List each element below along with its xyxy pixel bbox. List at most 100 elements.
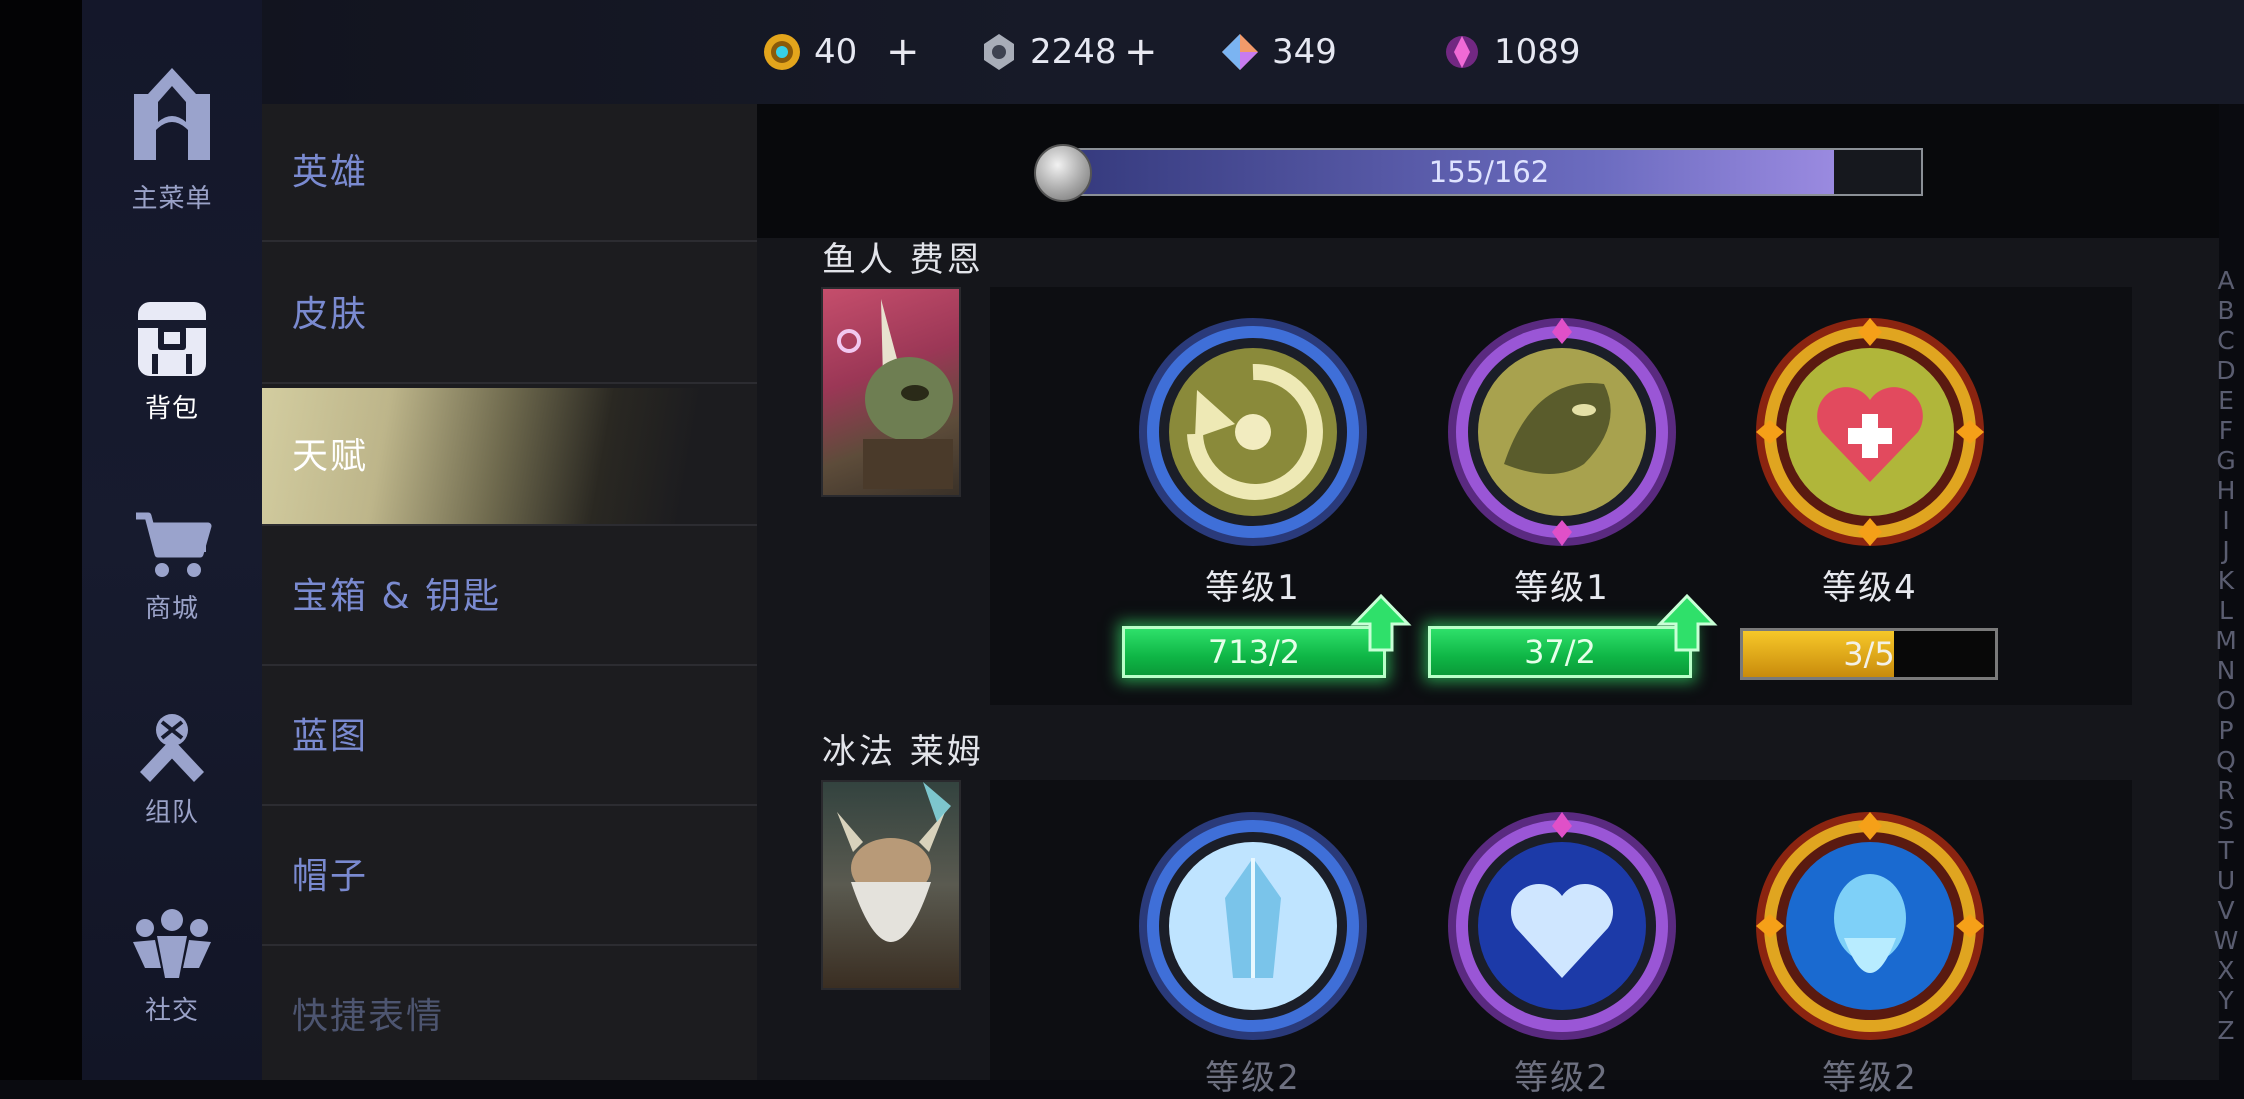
category-hats[interactable]: 帽子 bbox=[262, 808, 757, 946]
rail-label: 背包 bbox=[144, 394, 199, 424]
alphabet-letter[interactable]: W bbox=[2208, 926, 2244, 956]
category-blueprints[interactable]: 蓝图 bbox=[262, 668, 757, 806]
talent-bar-text: 3/5 bbox=[1843, 635, 1895, 673]
currency-silver-value: 2248 bbox=[1030, 32, 1117, 72]
alphabet-letter[interactable]: O bbox=[2208, 686, 2244, 716]
heart-heal-icon bbox=[1756, 318, 1984, 546]
alphabet-letter[interactable]: P bbox=[2208, 716, 2244, 746]
upgrade-arrow-icon[interactable] bbox=[1350, 592, 1412, 654]
alphabet-letter[interactable]: M bbox=[2208, 626, 2244, 656]
category-heroes[interactable]: 英雄 bbox=[262, 104, 757, 242]
currency-gold: 40 bbox=[762, 28, 857, 76]
category-list: 英雄 皮肤 天赋 宝箱 & 钥匙 蓝图 帽子 快捷表情 bbox=[262, 104, 757, 1080]
alphabet-letter[interactable]: G bbox=[2208, 446, 2244, 476]
talent-progress-bar: 3/5 bbox=[1740, 628, 1998, 680]
talent-medal[interactable] bbox=[1752, 314, 1988, 550]
rail-item-social[interactable]: 社交 bbox=[82, 906, 262, 1027]
add-silver-button[interactable]: + bbox=[1124, 30, 1158, 74]
talent-bar-text: 713/2 bbox=[1207, 633, 1301, 671]
alphabet-letter[interactable]: J bbox=[2208, 536, 2244, 566]
team-handshake-icon bbox=[140, 714, 204, 782]
alphabet-letter[interactable]: X bbox=[2208, 956, 2244, 986]
alphabet-letter[interactable]: N bbox=[2208, 656, 2244, 686]
currency-gem: 349 bbox=[1220, 28, 1337, 76]
alphabet-letter[interactable]: Z bbox=[2208, 1016, 2244, 1046]
rail-label: 社交 bbox=[144, 996, 199, 1026]
alphabet-letter[interactable]: V bbox=[2208, 896, 2244, 926]
currency-bar: 40 + 2248 + 349 1089 bbox=[262, 0, 2244, 104]
collection-progress-bar: 155/162 bbox=[1055, 148, 1923, 196]
alphabet-letter[interactable]: B bbox=[2208, 296, 2244, 326]
alphabet-letter[interactable]: F bbox=[2208, 416, 2244, 446]
alphabet-letter[interactable]: I bbox=[2208, 506, 2244, 536]
talent-level-label: 等级1 bbox=[1205, 568, 1301, 608]
alphabet-letter[interactable]: E bbox=[2208, 386, 2244, 416]
talent-level-label: 等级4 bbox=[1822, 568, 1918, 608]
alphabet-letter[interactable]: D bbox=[2208, 356, 2244, 386]
hero-name: 冰法 莱姆 bbox=[822, 732, 984, 772]
main-menu-icon bbox=[134, 68, 210, 160]
hero-portrait[interactable] bbox=[821, 287, 961, 497]
main-nav-rail: 主菜单 背包 商城 组队 社交 bbox=[82, 0, 262, 1080]
talent-medal[interactable] bbox=[1135, 314, 1371, 550]
add-gold-button[interactable]: + bbox=[886, 30, 920, 74]
currency-gold-value: 40 bbox=[814, 32, 858, 72]
talent-medal[interactable] bbox=[1444, 808, 1680, 1044]
talent-upgrade-bar[interactable]: 713/2 bbox=[1122, 626, 1386, 678]
shop-cart-icon bbox=[136, 512, 212, 577]
talent-medal[interactable] bbox=[1444, 314, 1680, 550]
alphabet-letter[interactable]: L bbox=[2208, 596, 2244, 626]
currency-crystal: 1089 bbox=[1442, 28, 1581, 76]
pink-crystal-icon bbox=[1446, 36, 1478, 68]
talent-medal[interactable] bbox=[1135, 808, 1371, 1044]
currency-silver: 2248 bbox=[980, 28, 1117, 76]
rail-item-shop[interactable]: 商城 bbox=[82, 510, 262, 625]
alphabet-letter[interactable]: C bbox=[2208, 326, 2244, 356]
hero-portrait-image bbox=[837, 782, 951, 942]
hero-name: 鱼人 费恩 bbox=[822, 240, 984, 280]
prism-gem-icon bbox=[1222, 34, 1258, 70]
upgrade-arrow-icon[interactable] bbox=[1656, 592, 1718, 654]
category-talents[interactable]: 天赋 bbox=[262, 388, 757, 526]
category-skins[interactable]: 皮肤 bbox=[262, 246, 757, 384]
screen-edge bbox=[0, 0, 82, 1080]
alphabet-index[interactable]: ABCDEFGHIJKLMNOPQRSTUVWXYZ bbox=[2208, 266, 2244, 1046]
alphabet-letter[interactable]: R bbox=[2208, 776, 2244, 806]
alphabet-letter[interactable]: H bbox=[2208, 476, 2244, 506]
rail-item-backpack[interactable]: 背包 bbox=[82, 296, 262, 425]
talent-medal[interactable] bbox=[1752, 808, 1988, 1044]
ice-crystal-icon bbox=[1139, 812, 1367, 1040]
rail-label: 主菜单 bbox=[131, 184, 213, 214]
collection-progress-text: 155/162 bbox=[1428, 155, 1550, 189]
alphabet-letter[interactable]: S bbox=[2208, 806, 2244, 836]
talent-level-label: 等级1 bbox=[1514, 568, 1610, 608]
rail-item-team[interactable]: 组队 bbox=[82, 708, 262, 829]
alphabet-letter[interactable]: T bbox=[2208, 836, 2244, 866]
talent-upgrade-bar[interactable]: 37/2 bbox=[1428, 626, 1692, 678]
social-people-icon bbox=[133, 909, 211, 978]
talent-bar-text: 37/2 bbox=[1524, 633, 1596, 671]
alphabet-letter[interactable]: Y bbox=[2208, 986, 2244, 1016]
rail-label: 商城 bbox=[144, 594, 199, 624]
category-quick-emotes[interactable]: 快捷表情 bbox=[262, 948, 757, 1086]
rail-item-main-menu[interactable]: 主菜单 bbox=[82, 64, 262, 215]
hero-portrait-image bbox=[837, 299, 953, 489]
ice-sage-icon bbox=[1756, 812, 1984, 1040]
gold-coin-icon bbox=[764, 34, 800, 70]
silver-shard-icon bbox=[984, 34, 1014, 70]
currency-crystal-value: 1089 bbox=[1494, 32, 1581, 72]
fish-creature-icon bbox=[1448, 318, 1676, 546]
rail-label: 组队 bbox=[144, 798, 199, 828]
talent-level-label: 等级2 bbox=[1205, 1058, 1301, 1098]
alphabet-letter[interactable]: K bbox=[2208, 566, 2244, 596]
backpack-icon bbox=[136, 302, 208, 376]
collection-badge-icon bbox=[1034, 144, 1092, 202]
refresh-cycle-icon bbox=[1139, 318, 1367, 546]
hero-portrait[interactable] bbox=[821, 780, 961, 990]
alphabet-letter[interactable]: Q bbox=[2208, 746, 2244, 776]
alphabet-letter[interactable]: U bbox=[2208, 866, 2244, 896]
category-chests-keys[interactable]: 宝箱 & 钥匙 bbox=[262, 528, 757, 666]
talent-level-label: 等级2 bbox=[1822, 1058, 1918, 1098]
alphabet-letter[interactable]: A bbox=[2208, 266, 2244, 296]
ice-heart-icon bbox=[1448, 812, 1676, 1040]
